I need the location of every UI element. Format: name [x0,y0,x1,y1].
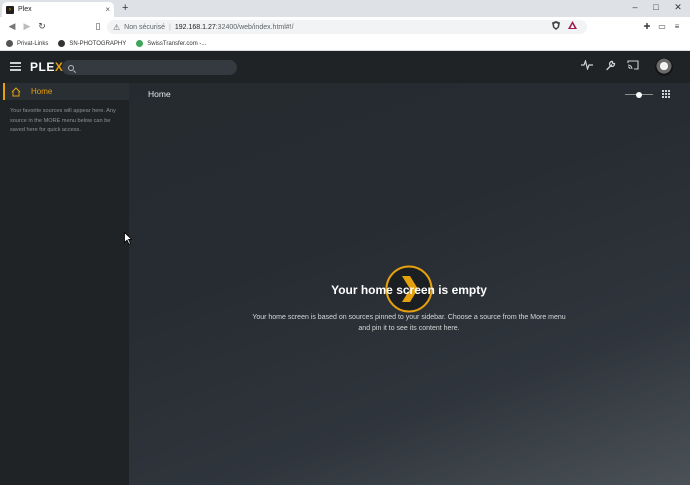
reload-icon[interactable]: ↻ [36,20,48,33]
bookmark-label: Privat-Links [17,40,49,47]
url-path: :32400/web/index.html#!/ [215,23,294,31]
menu-icon[interactable]: ≡ [671,21,683,33]
sidebar-toggle-icon[interactable]: ▭ [656,21,668,33]
browser-tab[interactable]: › Plex × [2,2,114,17]
poster-size-slider[interactable] [625,92,653,98]
plex-logo[interactable]: PLEX [30,60,63,74]
tab-close-icon[interactable]: × [105,5,110,14]
search-icon [68,64,74,71]
bookmark-item[interactable]: SN-PHOTOGRAPHY [58,40,126,47]
logo-text: PLE [30,60,55,74]
slider-handle[interactable] [636,92,642,98]
plex-top-bar: PLEX [0,52,690,83]
address-url: 192.168.1.27:32400/web/index.html#!/ [175,24,294,31]
user-avatar[interactable] [655,58,673,76]
globe-icon [6,40,13,47]
close-window-icon[interactable]: ✕ [667,1,689,13]
activity-icon[interactable] [580,58,594,74]
plex-app: PLEX Home Your favorite sources will app… [0,52,690,485]
warning-icon[interactable]: ⚠ [113,23,120,32]
empty-state-title: Your home screen is empty [331,283,487,297]
settings-wrench-icon[interactable] [603,60,617,74]
bookmark-item[interactable]: SwissTransfer.com -... [136,40,206,47]
sidebar-item-label: Home [31,87,53,96]
bookmark-item[interactable]: Privat-Links [6,40,48,47]
rewards-triangle-icon[interactable] [566,21,578,33]
bookmark-label: SwissTransfer.com -... [147,40,207,47]
extensions-icon[interactable]: ✚ [641,21,653,33]
globe-icon [58,40,66,47]
browser-toolbar: ◀ ▶ ↻ ▯ ⚠ Non sécurisé | 192.168.1.27:32… [0,17,690,37]
sidebar-item-home[interactable]: Home [3,83,129,100]
hamburger-menu-icon[interactable] [10,62,21,71]
mouse-cursor-icon [124,232,132,245]
page-title: Home [148,89,171,99]
grid-view-icon[interactable] [662,90,670,98]
plex-favicon-icon: › [6,5,14,14]
address-bar[interactable]: ⚠ Non sécurisé | 192.168.1.27:32400/web/… [107,20,587,34]
search-box[interactable] [62,60,237,75]
empty-state-description: Your home screen is based on sources pin… [252,314,566,332]
swisstransfer-icon [136,40,144,47]
browser-tab-strip: › Plex × + – □ ✕ [0,0,690,17]
home-icon [11,86,21,96]
url-host: 192.168.1.27 [174,23,216,31]
bookmarks-bar: Privat-Links SN-PHOTOGRAPHY SwissTransfe… [0,37,690,51]
tab-title: Plex [18,6,32,13]
forward-icon[interactable]: ▶ [21,20,33,33]
back-icon[interactable]: ◀ [6,20,18,33]
maximize-icon[interactable]: □ [645,1,667,13]
minimize-icon[interactable]: – [624,1,646,13]
sidebar-help-text: Your favorite sources will appear here. … [10,108,116,133]
address-separator: | [169,23,171,31]
new-tab-button[interactable]: + [122,2,128,15]
bookmark-label: SN-PHOTOGRAPHY [69,40,127,47]
bookmark-icon[interactable]: ▯ [92,20,104,33]
cast-icon[interactable] [626,60,640,74]
search-input[interactable] [78,64,228,71]
brave-shield-icon[interactable] [550,21,562,34]
sidebar: Home Your favorite sources will appear h… [0,83,129,485]
insecure-label: Non sécurisé [124,23,166,31]
